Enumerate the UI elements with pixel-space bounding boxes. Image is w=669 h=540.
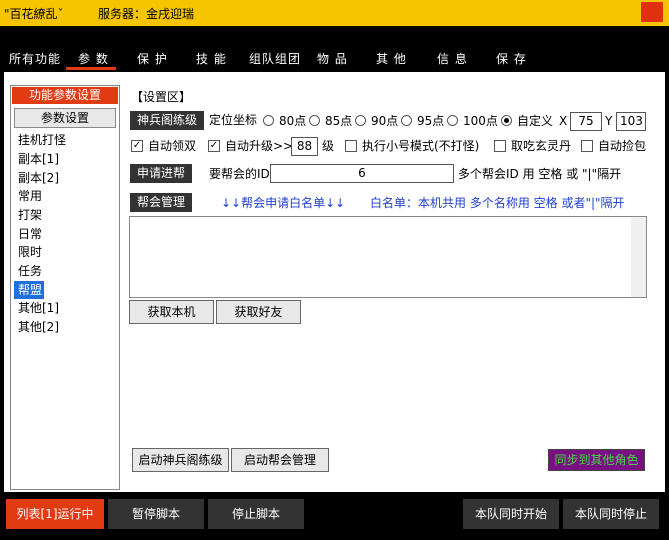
sidebar-item-other-1[interactable]: 其他[1]: [14, 299, 118, 317]
sidebar-item-guild[interactable]: 帮盟: [14, 281, 44, 299]
tab-items[interactable]: 物 品: [317, 50, 348, 70]
sidebar-item-other-2[interactable]: 其他[2]: [14, 318, 118, 336]
title-bar: "百花繚乱ˇ 服务器：金戌迎瑞: [0, 0, 669, 26]
sidebar-item-task[interactable]: 任务: [14, 262, 118, 280]
radio-100[interactable]: [447, 115, 458, 126]
list-running-button[interactable]: 列表[1]运行中: [6, 499, 104, 529]
server-label: 服务器：金戌迎瑞: [98, 7, 195, 21]
stop-button[interactable]: 停止脚本: [208, 499, 304, 529]
team-start-button[interactable]: 本队同时开始: [463, 499, 559, 529]
y-label: Y: [605, 114, 613, 128]
sidebar-item-limited[interactable]: 限时: [14, 243, 118, 261]
whitelist-arrow-text: ↓↓帮会申请白名单↓↓: [221, 196, 346, 210]
eat-pill-label: 取吃玄灵丹: [511, 139, 572, 153]
auto-pick-label: 自动捡包: [598, 139, 647, 153]
radio-100-label: 100点: [463, 114, 498, 128]
get-local-button[interactable]: 获取本机: [129, 300, 214, 324]
auto-upgrade-checkbox[interactable]: ✓: [208, 140, 220, 152]
radio-80-label: 80点: [279, 114, 307, 128]
x-input[interactable]: 75: [570, 112, 602, 131]
tab-info[interactable]: 信 息: [437, 50, 468, 70]
sidebar-title: 功能参数设置: [12, 87, 118, 104]
sync-button[interactable]: 同步到其他角色: [548, 449, 645, 471]
join-guild-label: 申请进帮: [130, 164, 193, 183]
sidebar: 功能参数设置 参数设置 挂机打怪 副本[1] 副本[2] 常用 打架 日常 限时…: [10, 85, 120, 490]
position-label: 定位坐标: [209, 113, 258, 127]
get-friends-button[interactable]: 获取好友: [216, 300, 301, 324]
textarea-scrollbar[interactable]: [631, 217, 646, 297]
tab-other[interactable]: 其 他: [376, 50, 407, 70]
y-input[interactable]: 103: [616, 112, 646, 131]
tab-team[interactable]: 组队组团: [249, 50, 301, 70]
app-title: "百花繚乱ˇ: [4, 7, 64, 21]
tab-save[interactable]: 保 存: [496, 50, 527, 70]
tab-params[interactable]: 参 数: [66, 50, 116, 70]
radio-95[interactable]: [401, 115, 412, 126]
guild-id-hint: 多个帮会ID 用 空格 或 "|"隔开: [458, 167, 622, 181]
auto-double-label: 自动领双: [148, 139, 197, 153]
eat-pill-checkbox[interactable]: [494, 140, 506, 152]
radio-80[interactable]: [263, 115, 274, 126]
close-button[interactable]: [641, 2, 663, 22]
auto-pick-checkbox[interactable]: [581, 140, 593, 152]
radio-90[interactable]: [355, 115, 366, 126]
guild-id-label: 要帮会的ID: [209, 167, 270, 181]
section-title: 【设置区】: [131, 90, 192, 104]
shenbing-label: 神兵阁练级: [130, 111, 205, 130]
tab-skills[interactable]: 技 能: [196, 50, 227, 70]
sidebar-item-dungeon-1[interactable]: 副本[1]: [14, 150, 118, 168]
x-label: X: [559, 114, 568, 128]
tab-bar: 所有功能 参 数 保 护 技 能 组队组团 物 品 其 他 信 息 保 存: [0, 26, 669, 72]
whitelist-textarea[interactable]: [129, 216, 647, 298]
team-stop-button[interactable]: 本队同时停止: [563, 499, 659, 529]
sidebar-item-fight[interactable]: 打架: [14, 206, 118, 224]
sidebar-item-hangup[interactable]: 挂机打怪: [14, 131, 118, 149]
sidebar-item-common[interactable]: 常用: [14, 187, 118, 205]
bottom-bar: 列表[1]运行中 暂停脚本 停止脚本 本队同时开始 本队同时停止: [0, 497, 669, 540]
level-unit: 级: [322, 139, 335, 153]
radio-90-label: 90点: [371, 114, 399, 128]
guild-mgmt-label: 帮会管理: [130, 193, 193, 212]
auto-double-checkbox[interactable]: ✓: [131, 140, 143, 152]
param-settings-button[interactable]: 参数设置: [14, 108, 116, 128]
sidebar-item-dungeon-2[interactable]: 副本[2]: [14, 169, 118, 187]
guild-id-input[interactable]: 6: [270, 164, 454, 183]
start-guild-button[interactable]: 启动帮会管理: [231, 448, 329, 472]
level-input[interactable]: 88: [291, 137, 318, 156]
tab-all-functions[interactable]: 所有功能: [9, 50, 61, 70]
small-mode-label: 执行小号模式(不打怪): [362, 139, 480, 153]
small-mode-checkbox[interactable]: [345, 140, 357, 152]
whitelist-hint: 白名单：本机共用 多个名称用 空格 或者"|"隔开: [370, 196, 625, 210]
radio-95-label: 95点: [417, 114, 445, 128]
radio-85-label: 85点: [325, 114, 353, 128]
pause-button[interactable]: 暂停脚本: [108, 499, 204, 529]
radio-custom-label: 自定义: [517, 114, 554, 128]
radio-85[interactable]: [309, 115, 320, 126]
sidebar-item-daily[interactable]: 日常: [14, 225, 118, 243]
start-shenbing-button[interactable]: 启动神兵阁练级: [132, 448, 229, 472]
radio-custom[interactable]: [501, 115, 512, 126]
tab-protect[interactable]: 保 护: [137, 50, 168, 70]
auto-upgrade-label: 自动升级>>: [225, 139, 294, 153]
